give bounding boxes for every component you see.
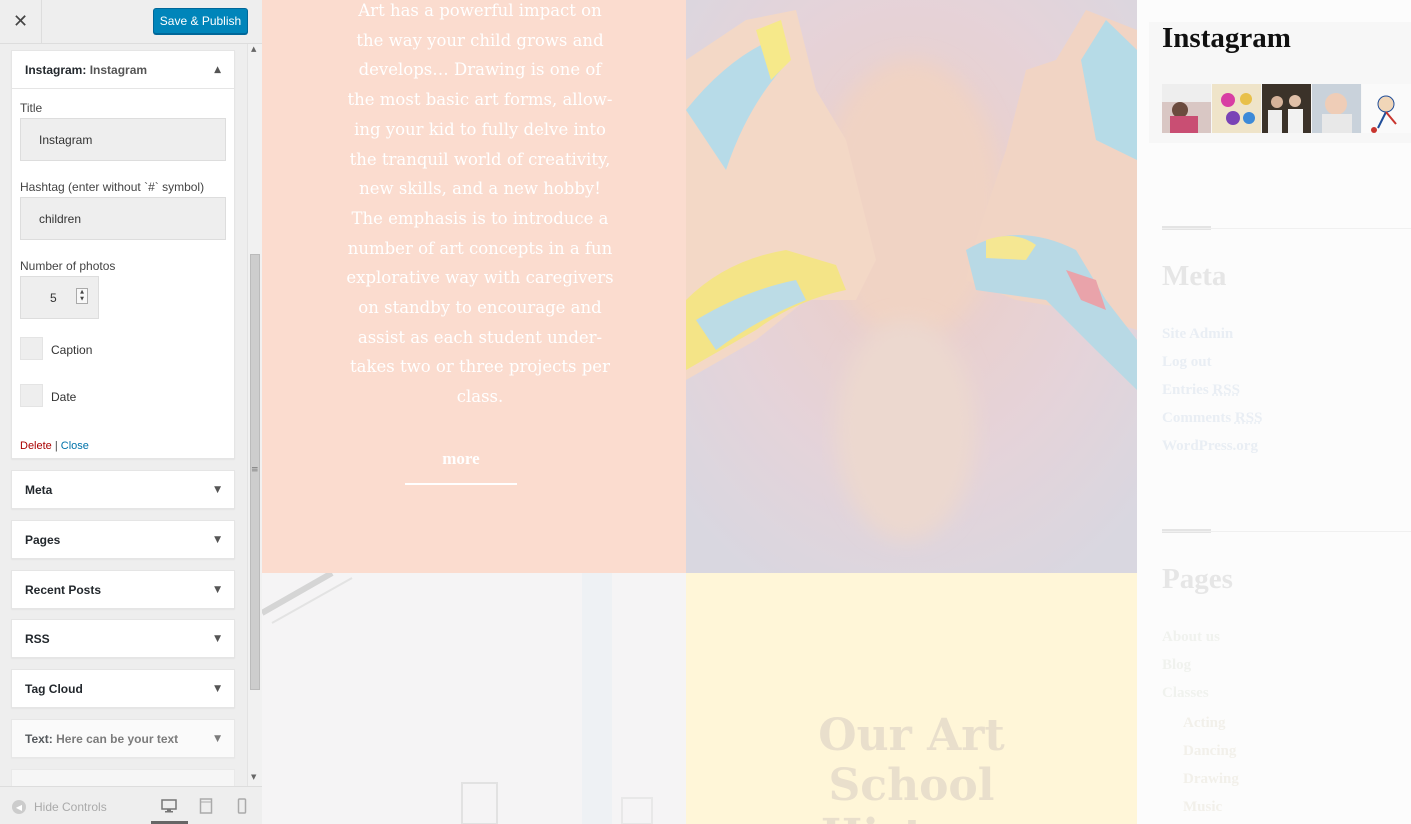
widget-tag-cloud[interactable]: Tag Cloud ▼ <box>11 669 235 708</box>
desktop-preview-icon[interactable] <box>160 797 178 815</box>
log-out-link[interactable]: Log out <box>1162 354 1212 371</box>
customizer-footer: ◀ Hide Controls <box>0 786 262 824</box>
hide-controls-button[interactable]: ◀ Hide Controls <box>12 800 107 814</box>
expand-arrow-icon[interactable]: ▼ <box>214 634 221 644</box>
scroll-up-icon[interactable]: ▲ <box>251 45 256 53</box>
widget-meta[interactable]: Meta ▼ <box>11 470 235 509</box>
meta-divider-line <box>1162 228 1411 229</box>
widget-rss[interactable]: RSS ▼ <box>11 619 235 658</box>
instagram-photo-3[interactable] <box>1262 84 1311 133</box>
scroll-down-icon[interactable]: ▼ <box>251 773 256 781</box>
expand-arrow-icon[interactable]: ▼ <box>214 535 221 545</box>
expand-arrow-icon[interactable]: ▼ <box>214 684 221 694</box>
music-link[interactable]: Music <box>1183 799 1222 816</box>
action-separator: | <box>54 440 58 452</box>
close-widget-link[interactable]: Close <box>61 440 89 452</box>
widget-actions: Delete | Close <box>20 440 89 452</box>
hashtag-input[interactable]: children <box>20 197 226 240</box>
widget-pages[interactable]: Pages ▼ <box>11 520 235 559</box>
history-title: Our Art School History <box>818 710 1005 824</box>
history-panel: Our Art School History <box>686 573 1137 824</box>
tablet-preview-icon[interactable] <box>197 797 215 815</box>
meta-heading: Meta <box>1162 260 1227 292</box>
close-icon: ✕ <box>12 11 29 32</box>
photos-number-input[interactable]: 5 ▲ ▼ <box>20 276 99 319</box>
caption-label: Caption <box>51 343 93 357</box>
pages-heading: Pages <box>1162 563 1233 595</box>
widget-tag-cloud-title: Tag Cloud <box>25 681 83 696</box>
instagram-photo-5[interactable] <box>1362 84 1411 133</box>
instagram-widget-title: Instagram: Instagram <box>25 62 148 77</box>
widget-recent-posts-title: Recent Posts <box>25 582 102 597</box>
expand-arrow-icon[interactable]: ▼ <box>214 485 221 495</box>
save-publish-button[interactable]: Save & Publish <box>153 8 248 34</box>
about-us-link[interactable]: About us <box>1162 629 1220 646</box>
hashtag-field-label: Hashtag (enter without `#` symbol) <box>20 180 205 194</box>
expand-arrow-icon[interactable]: ▼ <box>214 734 221 744</box>
pages-divider-line <box>1162 531 1411 532</box>
more-link[interactable]: more <box>405 449 517 469</box>
resize-grip-icon[interactable]: ≡ <box>251 465 259 475</box>
sidebar-header: ✕ Save & Publish <box>0 0 262 44</box>
photos-number-value: 5 <box>50 291 57 305</box>
dancing-link[interactable]: Dancing <box>1183 743 1236 760</box>
classroom-photo <box>262 573 686 824</box>
site-preview: Art has a powerful impact on the way you… <box>262 0 1411 824</box>
widget-rss-title: RSS <box>25 631 50 646</box>
intro-description: Art has a powerful impact on the way you… <box>346 1 614 407</box>
widget-text-title: Text: Here can be your text <box>25 731 179 746</box>
classes-link[interactable]: Classes <box>1162 685 1209 702</box>
instagram-heading: Instagram <box>1162 22 1291 54</box>
delete-widget-link[interactable]: Delete <box>20 440 52 452</box>
preview-sidebar: Instagram Meta Site Admin Log out Entrie… <box>1137 0 1411 824</box>
customizer-sidebar: ✕ Save & Publish Instagram: Instagram ▲ … <box>0 0 262 824</box>
comments-rss-link[interactable]: Comments RSS <box>1162 410 1262 427</box>
number-spinner-icon[interactable]: ▲ ▼ <box>76 288 88 304</box>
painted-hands-photo <box>686 0 1137 573</box>
sidebar-scrollbar[interactable]: ▲ ≡ ▼ <box>247 44 262 786</box>
instagram-preview-widget: Instagram <box>1149 22 1411 143</box>
instagram-photo-1[interactable] <box>1162 84 1211 133</box>
wordpress-org-link[interactable]: WordPress.org <box>1162 438 1258 455</box>
instagram-photo-4[interactable] <box>1312 84 1361 133</box>
title-input[interactable]: Instagram <box>20 118 226 161</box>
widget-recent-posts[interactable]: Recent Posts ▼ <box>11 570 235 609</box>
collapse-left-icon: ◀ <box>12 800 26 814</box>
site-admin-link[interactable]: Site Admin <box>1162 326 1233 343</box>
more-underline <box>405 483 517 485</box>
close-customizer-button[interactable]: ✕ <box>0 0 42 43</box>
instagram-widget: Instagram: Instagram ▲ Title Instagram H… <box>11 50 235 459</box>
widget-text[interactable]: Text: Here can be your text ▼ <box>11 719 235 758</box>
caption-checkbox[interactable] <box>20 337 43 360</box>
widget-partial[interactable] <box>11 769 235 786</box>
hide-controls-label: Hide Controls <box>34 800 107 814</box>
customizer-app: ✕ Save & Publish Instagram: Instagram ▲ … <box>0 0 1411 824</box>
acting-link[interactable]: Acting <box>1183 715 1226 732</box>
widgets-panel: Instagram: Instagram ▲ Title Instagram H… <box>0 44 262 786</box>
instagram-widget-header[interactable]: Instagram: Instagram ▲ <box>12 51 234 89</box>
date-label: Date <box>51 390 77 404</box>
widget-meta-title: Meta <box>25 482 53 497</box>
intro-panel: Art has a powerful impact on the way you… <box>262 0 686 573</box>
drawing-link[interactable]: Drawing <box>1183 771 1239 788</box>
instagram-photo-2[interactable] <box>1212 84 1261 133</box>
photos-field-label: Number of photos <box>20 259 116 273</box>
title-field-label: Title <box>20 101 43 115</box>
date-checkbox[interactable] <box>20 384 43 407</box>
widget-pages-title: Pages <box>25 532 61 547</box>
collapse-arrow-icon[interactable]: ▲ <box>214 65 221 75</box>
blog-link[interactable]: Blog <box>1162 657 1191 674</box>
expand-arrow-icon[interactable]: ▼ <box>214 585 221 595</box>
entries-rss-link[interactable]: Entries RSS <box>1162 382 1240 399</box>
mobile-preview-icon[interactable] <box>233 797 251 815</box>
